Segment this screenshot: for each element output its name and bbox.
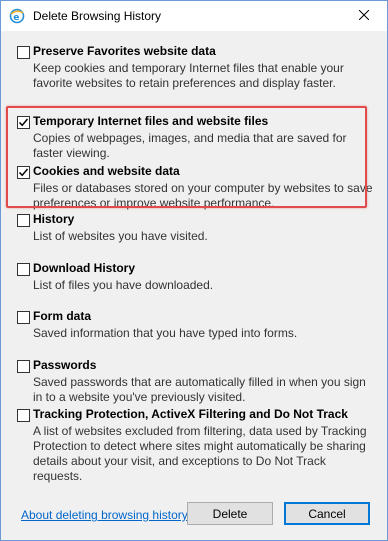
option-label: Download History: [33, 261, 136, 275]
about-deleting-history-link[interactable]: About deleting browsing history: [21, 508, 188, 522]
form-data-checkbox[interactable]: [17, 311, 30, 324]
option-label: Cookies and website data: [33, 164, 180, 178]
close-icon: [358, 9, 370, 23]
option-description: Files or databases stored on your comput…: [33, 181, 373, 210]
option-label: Temporary Internet files and website fil…: [33, 114, 269, 128]
option-label: Preserve Favorites website data: [33, 44, 216, 58]
dialog-footer: About deleting browsing history Delete C…: [1, 498, 387, 540]
option-label: Tracking Protection, ActiveX Filtering a…: [33, 407, 348, 421]
option-description: Copies of webpages, images, and media th…: [33, 131, 347, 160]
history-checkbox[interactable]: [17, 214, 30, 227]
passwords-checkbox[interactable]: [17, 360, 30, 373]
internet-explorer-icon: e: [9, 8, 25, 24]
cookies-checkbox[interactable]: [17, 166, 30, 179]
cancel-button[interactable]: Cancel: [284, 502, 370, 525]
option-label: Form data: [33, 309, 92, 323]
option-label: Passwords: [33, 358, 97, 372]
option-description: A list of websites excluded from filteri…: [33, 424, 367, 483]
dialog-content: Preserve Favorites website data Keep coo…: [1, 31, 387, 540]
option-description: Saved information that you have typed in…: [33, 326, 298, 340]
option-description: Keep cookies and temporary Internet file…: [33, 61, 344, 90]
checkmark-icon: [18, 168, 29, 177]
temporary-internet-files-checkbox[interactable]: [17, 116, 30, 129]
delete-button[interactable]: Delete: [187, 502, 273, 525]
svg-text:e: e: [13, 13, 19, 23]
option-description: Saved passwords that are automatically f…: [33, 375, 366, 404]
option-description: List of files you have downloaded.: [33, 278, 214, 292]
title-bar[interactable]: e Delete Browsing History: [1, 1, 387, 31]
checkmark-icon: [18, 118, 29, 127]
preserve-favorites-checkbox[interactable]: [17, 46, 30, 59]
delete-browsing-history-dialog: e Delete Browsing History Preserve Favor…: [0, 0, 388, 541]
option-label: History: [33, 212, 75, 226]
option-description: List of websites you have visited.: [33, 229, 208, 243]
tracking-protection-checkbox[interactable]: [17, 409, 30, 422]
download-history-checkbox[interactable]: [17, 263, 30, 276]
window-title: Delete Browsing History: [33, 9, 162, 23]
close-button[interactable]: [341, 1, 387, 31]
